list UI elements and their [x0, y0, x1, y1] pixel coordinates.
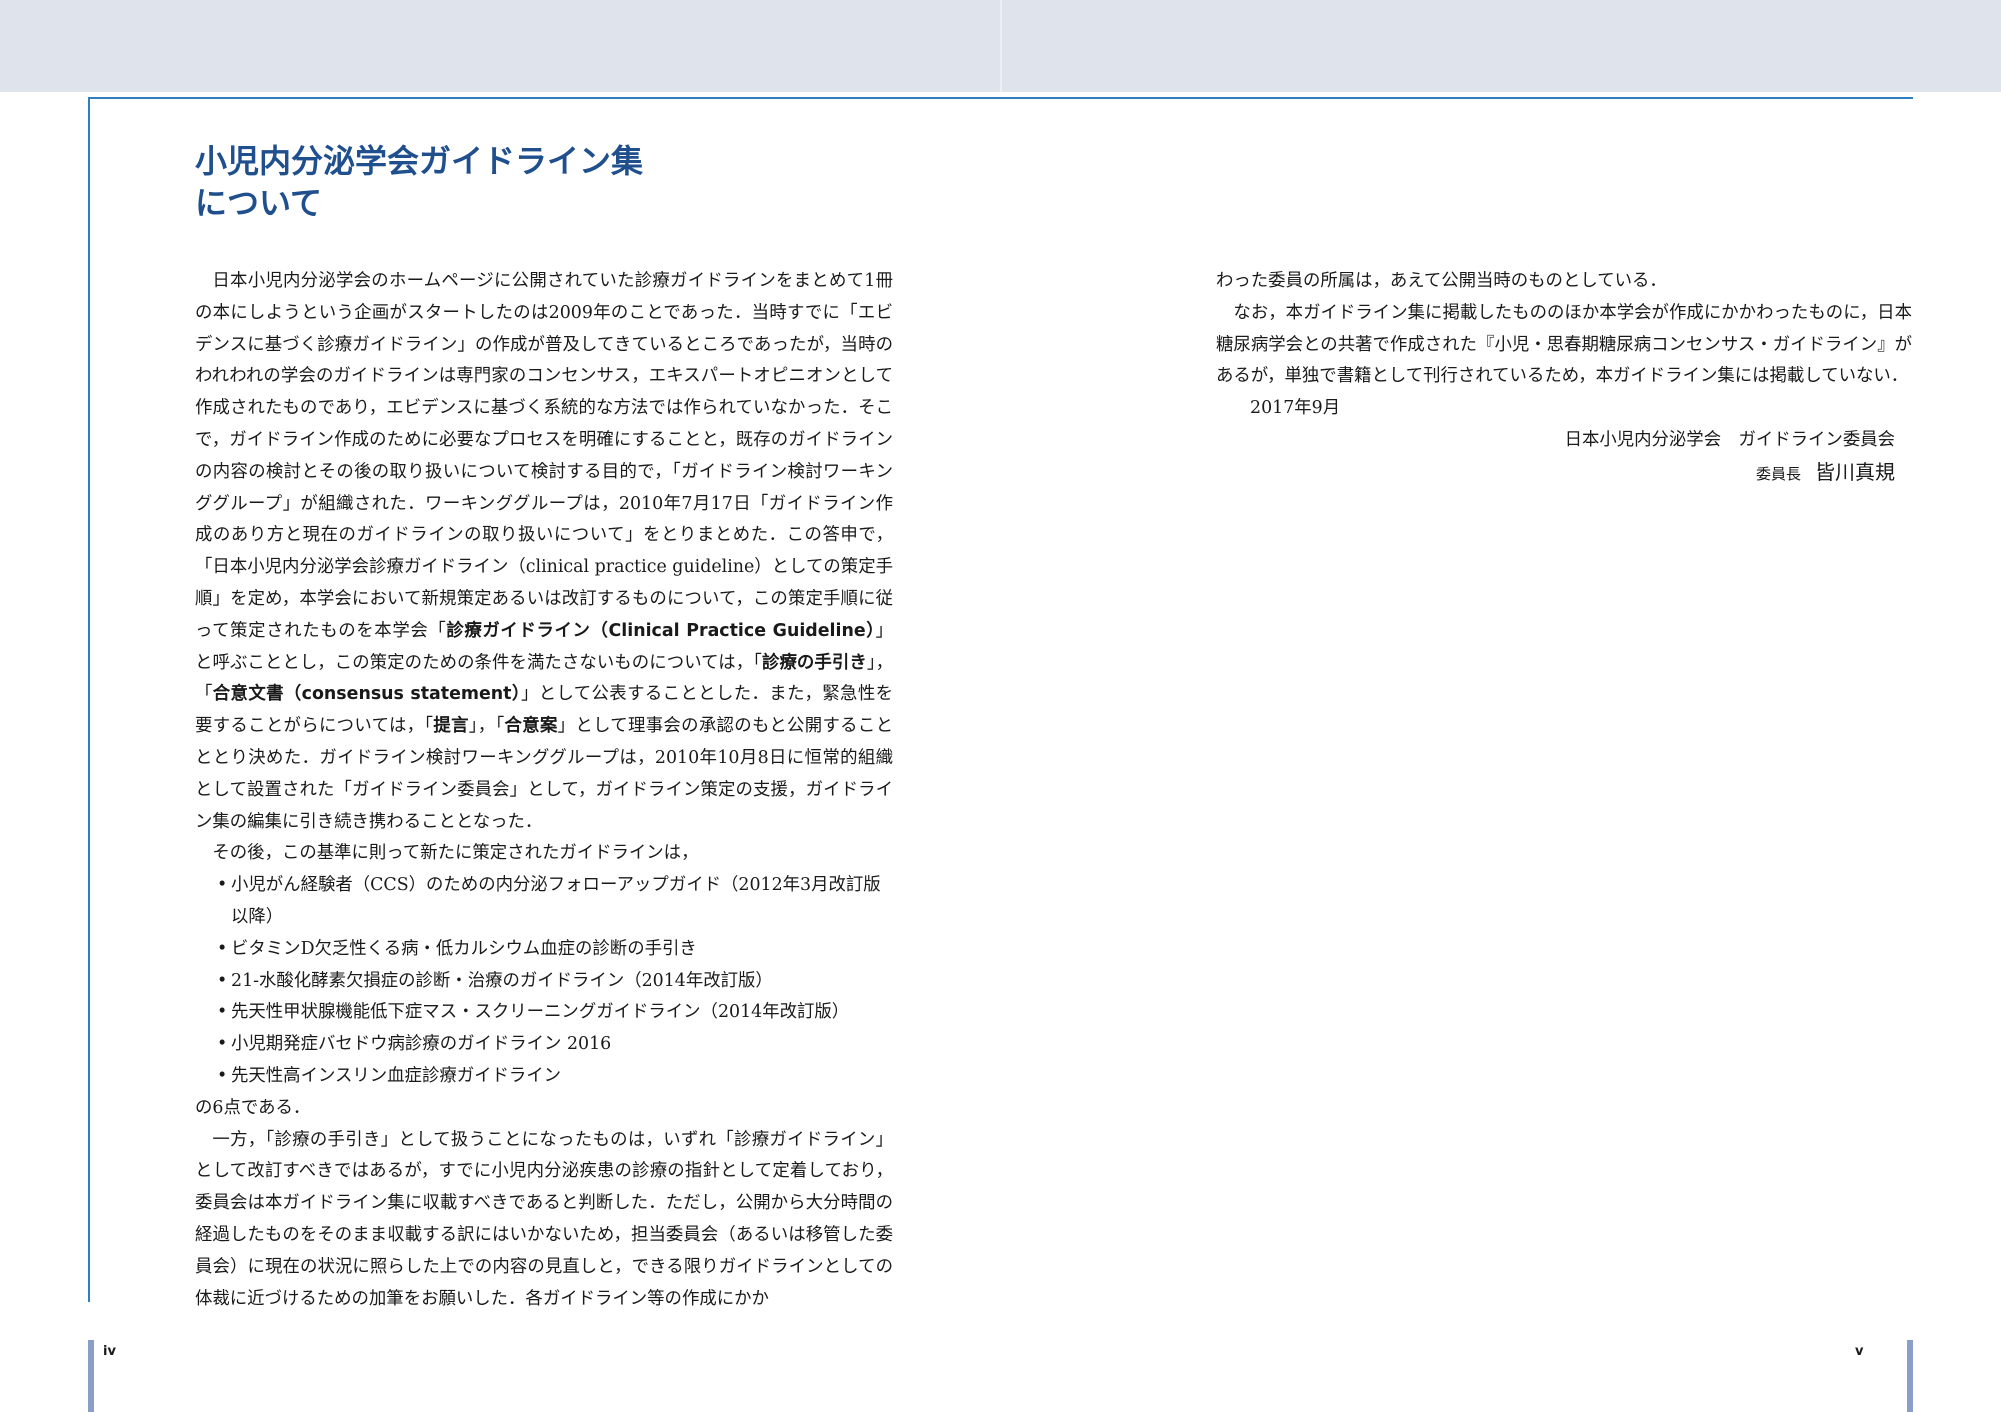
page-title: 小児内分泌学会ガイドライン集 について [195, 140, 643, 224]
term-goian: 合意案 [504, 716, 558, 737]
page-number-left: iv [103, 1344, 116, 1359]
left-column: 日本小児内分泌学会のホームページに公開されていた診療ガイドラインをまとめて1冊の… [195, 266, 893, 1315]
list-item: • 小児がん経験者（CCS）のための内分泌フォローアップガイド（2012年3月改訂… [195, 870, 893, 934]
list-item-text: 小児がん経験者（CCS）のための内分泌フォローアップガイド（2012年3月改訂版… [231, 875, 881, 927]
tebiki-paragraph: 一方，「診療の手引き」として扱うことになったものは，いずれ「診療ガイドライン」と… [195, 1129, 893, 1309]
left-margin-rule [88, 97, 90, 1302]
right-column: わった委員の所属は，あえて公開当時のものとしている． なお，本ガイドライン集に掲… [1216, 266, 1912, 491]
committee-name: 日本小児内分泌学会 ガイドライン委員会 [1564, 429, 1895, 450]
date-line: 2017年9月 [1250, 398, 1341, 419]
list-item: • 先天性高インスリン血症診療ガイドライン [195, 1061, 893, 1093]
diabetes-note-paragraph: なお，本ガイドライン集に掲載したもののほか本学会が作成にかかわったものに，日本糖… [1216, 302, 1912, 387]
page-tab-right [1907, 1340, 1913, 1412]
list-item-text: 先天性高インスリン血症診療ガイドライン [231, 1065, 562, 1086]
guideline-list: • 小児がん経験者（CCS）のための内分泌フォローアップガイド（2012年3月改訂… [195, 870, 893, 1093]
chair-role: 委員長 [1755, 464, 1801, 483]
bullet-mark: • [217, 1002, 228, 1023]
page-number-right: v [1855, 1344, 1864, 1359]
list-item-text: 小児期発症バセドウ病診療のガイドライン 2016 [231, 1034, 612, 1055]
term-teigen: 提言 [433, 716, 469, 737]
page-tab-left [88, 1340, 94, 1412]
chair-name: 皆川真規 [1815, 459, 1895, 484]
list-item-text: 21-水酸化酵素欠損症の診断・治療のガイドライン（2014年改訂版） [231, 970, 773, 991]
new-guidelines-lead: その後，この基準に則って新たに策定されたガイドラインは， [212, 843, 699, 864]
intro-paragraph: 日本小児内分泌学会のホームページに公開されていた診療ガイドラインをまとめて1冊の… [195, 266, 893, 838]
page-title-line-1: 小児内分泌学会ガイドライン集 [195, 142, 644, 180]
continuation-paragraph: わった委員の所属は，あえて公開当時のものとしている． [1216, 271, 1667, 291]
header-rule [88, 97, 1913, 99]
bullet-mark: • [217, 938, 228, 959]
bullet-mark: • [217, 970, 228, 991]
list-item: • 21-水酸化酵素欠損症の診断・治療のガイドライン（2014年改訂版） [195, 966, 893, 998]
term-shinryo-no-tebiki: 診療の手引き [761, 652, 867, 673]
list-item-text: ビタミンD欠乏性くる病・低カルシウム血症の診断の手引き [231, 938, 697, 959]
term-clinical-practice-guideline: 診療ガイドライン（Clinical Practice Guideline） [446, 620, 876, 641]
list-item: • ビタミンD欠乏性くる病・低カルシウム血症の診断の手引き [195, 934, 893, 966]
page-gutter-divider [1000, 0, 1002, 92]
intro-text-e: 」，「 [468, 716, 505, 737]
list-item: • 先天性甲状腺機能低下症マス・スクリーニングガイドライン（2014年改訂版） [195, 997, 893, 1029]
page-title-line-2: について [195, 184, 323, 222]
signature-line: 委員長 皆川真規 [1216, 457, 1912, 491]
intro-text-a: 日本小児内分泌学会のホームページに公開されていた診療ガイドラインをまとめて1冊の… [195, 271, 893, 641]
list-item-text: 先天性甲状腺機能低下症マス・スクリーニングガイドライン（2014年改訂版） [231, 1002, 850, 1023]
bullet-mark: • [217, 1034, 228, 1055]
bullet-mark: • [217, 875, 228, 896]
bullet-mark: • [217, 1065, 228, 1086]
list-summary: の6点である． [195, 1097, 311, 1118]
term-consensus-statement: 合意文書（consensus statement） [212, 684, 521, 705]
list-item: • 小児期発症バセドウ病診療のガイドライン 2016 [195, 1029, 893, 1061]
